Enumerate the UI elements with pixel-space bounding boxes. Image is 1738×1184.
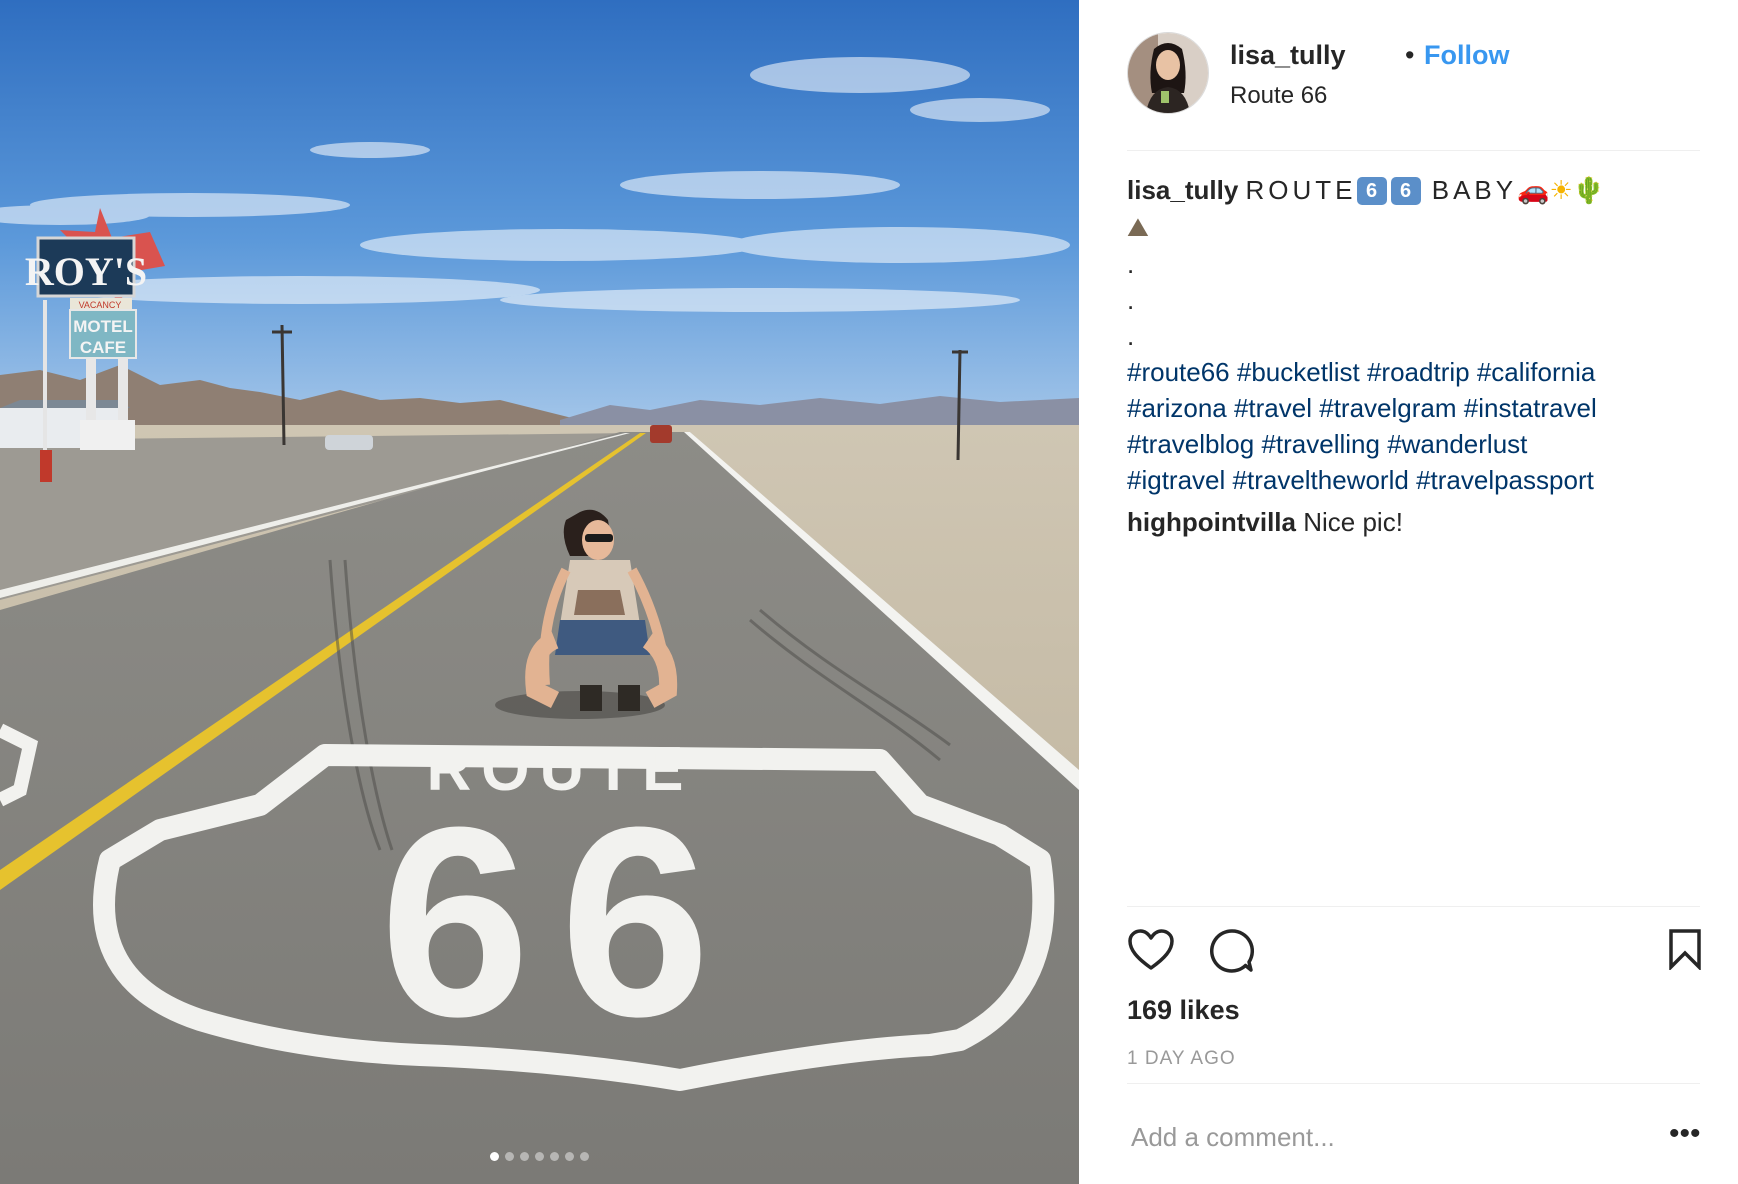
hashtag-link[interactable]: #traveltheworld — [1233, 465, 1409, 495]
carousel-dot[interactable] — [505, 1152, 514, 1161]
avatar[interactable] — [1127, 32, 1209, 114]
carousel-dot[interactable] — [520, 1152, 529, 1161]
car-emoji-icon: 🚗 — [1517, 176, 1550, 206]
caption-text-2: BABY — [1431, 175, 1518, 205]
caption-dot: . — [1127, 321, 1135, 351]
hashtag-link[interactable]: #route66 — [1127, 357, 1230, 387]
bookmark-icon[interactable] — [1668, 928, 1702, 975]
comments-section: lisa_tully ROUTE 6 6 BABY🚗☀🌵 ⛰ . . . #rout… — [1127, 172, 1702, 540]
sun-emoji-icon: ☀ — [1549, 176, 1573, 206]
hashtag-link[interactable]: #travelgram — [1319, 393, 1456, 423]
comment-text: Nice pic! — [1303, 507, 1403, 537]
hashtag-link[interactable]: #travelling — [1261, 429, 1380, 459]
carousel-indicator — [0, 1152, 1079, 1161]
post-location[interactable]: Route 66 — [1230, 82, 1327, 110]
carousel-dot[interactable] — [535, 1152, 544, 1161]
avatar-image — [1128, 33, 1208, 113]
carousel-dot[interactable] — [550, 1152, 559, 1161]
route66-photo: ROUTE 66 ROY'S VACANCY MOTEL CAFE — [0, 0, 1079, 1184]
comment-bubble-icon[interactable] — [1209, 928, 1255, 979]
cactus-emoji-icon: 🌵 — [1572, 176, 1606, 206]
likes-count[interactable]: 169 likes — [1127, 995, 1240, 1026]
caption-dot: . — [1127, 249, 1135, 279]
heart-icon[interactable] — [1127, 928, 1175, 977]
post-header: lisa_tully • Follow Route 66 — [1127, 30, 1700, 150]
roys-sign-text: ROY'S — [25, 249, 147, 294]
carousel-dot[interactable] — [490, 1152, 499, 1161]
separator-dot: • — [1405, 40, 1415, 70]
actions-divider — [1127, 906, 1700, 907]
header-divider — [1127, 150, 1700, 151]
carousel-dot[interactable] — [580, 1152, 589, 1161]
hashtag-link[interactable]: #travelpassport — [1416, 465, 1594, 495]
hashtag-link[interactable]: #instatravel — [1464, 393, 1597, 423]
carousel-dot[interactable] — [565, 1152, 574, 1161]
hashtag-link[interactable]: #wanderlust — [1387, 429, 1527, 459]
comment-divider — [1127, 1083, 1700, 1084]
hashtag-link[interactable]: #travel — [1234, 393, 1312, 423]
keycap-six-icon: 6 — [1390, 177, 1421, 205]
keycap-six-icon: 6 — [1356, 177, 1387, 205]
road-marking-number: 66 — [380, 772, 740, 1073]
post-side-panel: lisa_tully • Follow Route 66 lisa_tully … — [1079, 0, 1738, 1184]
caption-dot: . — [1127, 285, 1135, 315]
more-options-icon[interactable]: ••• — [1669, 1119, 1701, 1149]
cafe-text: CAFE — [80, 338, 126, 357]
follow-button[interactable]: Follow — [1424, 40, 1509, 71]
action-bar — [1127, 928, 1702, 978]
hashtag-link[interactable]: #california — [1477, 357, 1596, 387]
caption-username[interactable]: lisa_tully — [1127, 175, 1238, 205]
car-distant — [650, 425, 672, 443]
comment-item: highpointvilla Nice pic! — [1127, 504, 1702, 540]
caption: lisa_tully ROUTE 6 6 BABY🚗☀🌵 ⛰ . . . #rout… — [1127, 172, 1702, 498]
hashtag-list: #route66 #bucketlist #roadtrip #californ… — [1127, 354, 1702, 498]
hashtag-link[interactable]: #bucketlist — [1237, 357, 1360, 387]
post-username[interactable]: lisa_tully — [1230, 40, 1346, 71]
hashtag-link[interactable]: #travelblog — [1127, 429, 1254, 459]
post-timestamp[interactable]: 1 DAY AGO — [1127, 1048, 1236, 1070]
car-left — [325, 435, 373, 450]
add-comment-input[interactable] — [1131, 1122, 1611, 1153]
vacancy-text: VACANCY — [79, 300, 122, 310]
mountain-emoji-icon: ⛰ — [1127, 213, 1149, 243]
motel-text: MOTEL — [73, 317, 133, 336]
caption-text-1: ROUTE — [1245, 175, 1357, 205]
post-photo[interactable]: ROUTE 66 ROY'S VACANCY MOTEL CAFE — [0, 0, 1079, 1184]
hashtag-link[interactable]: #arizona — [1127, 393, 1227, 423]
hashtag-link[interactable]: #roadtrip — [1367, 357, 1470, 387]
comment-username[interactable]: highpointvilla — [1127, 507, 1296, 537]
hashtag-link[interactable]: #igtravel — [1127, 465, 1225, 495]
